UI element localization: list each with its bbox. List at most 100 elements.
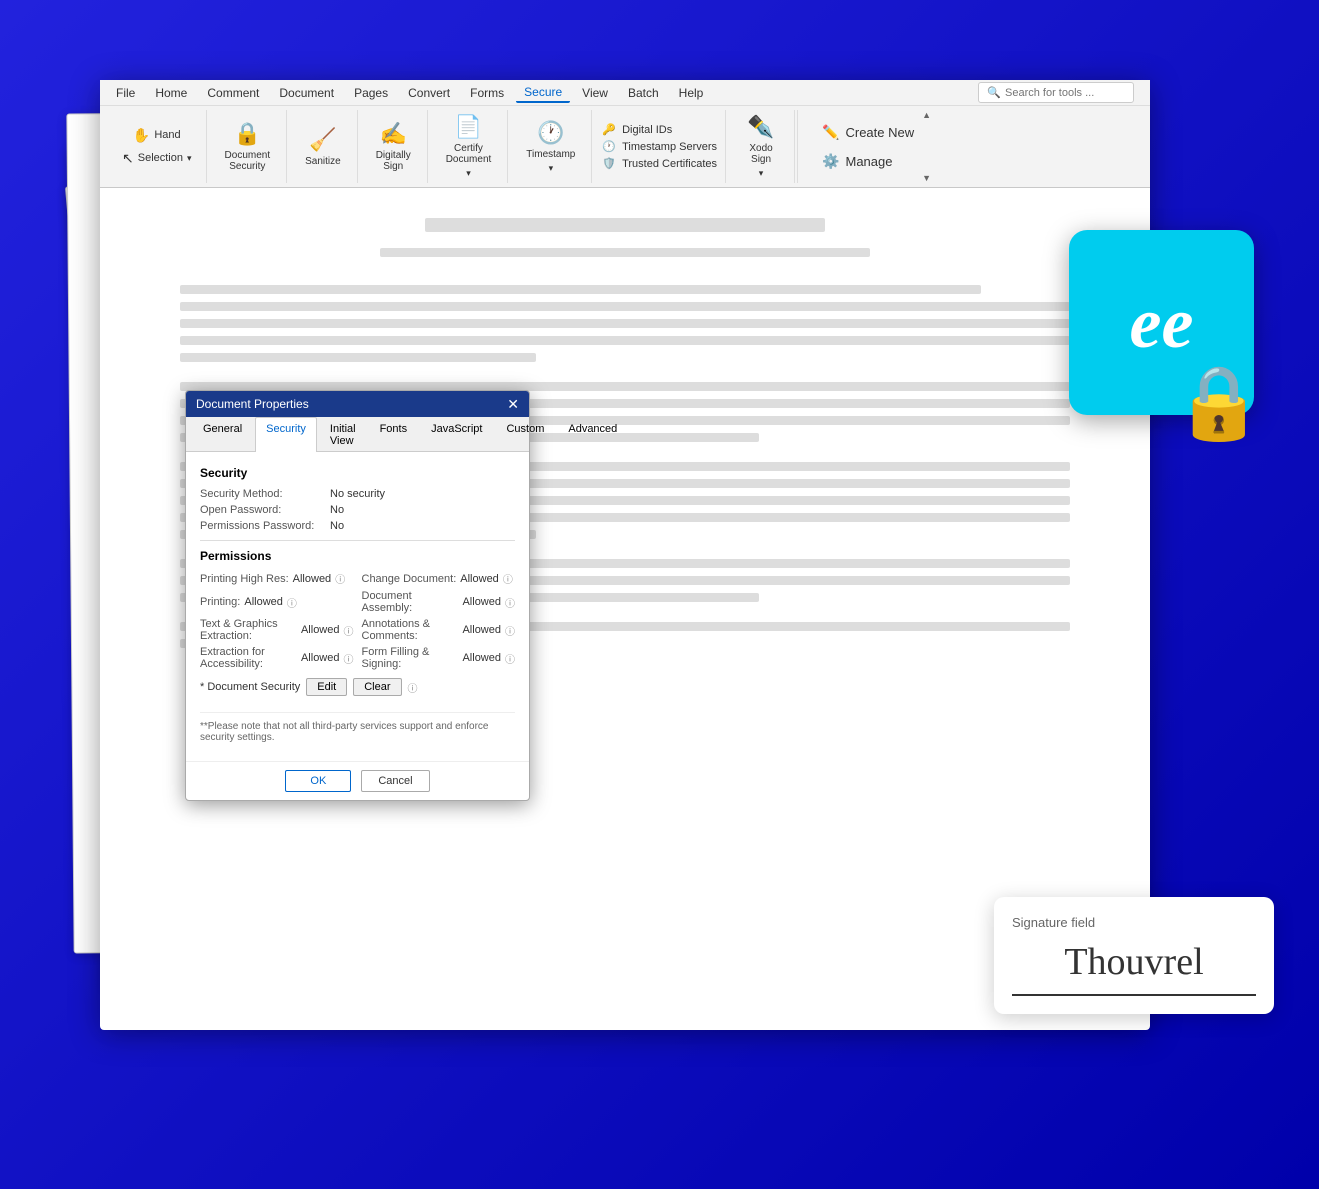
sanitize-icon: 🧹: [309, 127, 336, 153]
timestamp-icon: 🕐: [537, 120, 564, 146]
permissions-password-value: No: [330, 520, 344, 532]
cancel-button[interactable]: Cancel: [361, 770, 429, 792]
ok-button[interactable]: OK: [285, 770, 351, 792]
signature-field-card: Signature field Thouvrel: [994, 897, 1274, 1014]
permissions-password-label: Permissions Password:: [200, 520, 330, 532]
menu-document[interactable]: Document: [271, 84, 342, 102]
doc-line-1: [180, 285, 981, 294]
document-security-button[interactable]: 🔒 DocumentSecurity: [217, 117, 279, 176]
dialog-tabs: General Security Initial View Fonts Java…: [186, 417, 529, 452]
hand-label: Hand: [154, 129, 180, 141]
text-graphics-item: Text & Graphics Extraction: Allowed ⓘ: [200, 618, 354, 642]
tab-initial-view[interactable]: Initial View: [319, 417, 367, 452]
ribbon-scroll: ▲ ▼: [922, 110, 938, 183]
menu-bar: File Home Comment Document Pages Convert…: [100, 80, 1150, 106]
doc-line-3: [180, 319, 1070, 328]
timestamp-servers-label: Timestamp Servers: [622, 141, 717, 153]
selection-label: Selection: [138, 152, 183, 164]
menu-secure[interactable]: Secure: [516, 83, 570, 103]
form-filling-item: Form Filling & Signing: Allowed ⓘ: [362, 646, 516, 670]
doc-line-5: [180, 353, 536, 362]
extraction-accessibility-info-icon[interactable]: ⓘ: [344, 651, 354, 666]
menu-forms[interactable]: Forms: [462, 84, 512, 102]
menu-home[interactable]: Home: [147, 84, 195, 102]
scroll-down-arrow[interactable]: ▼: [922, 173, 938, 183]
timestamp-servers-item[interactable]: 🕐 Timestamp Servers: [602, 140, 717, 153]
tab-fonts[interactable]: Fonts: [369, 417, 419, 452]
timestamp-button[interactable]: 🕐 Timestamp ▾: [518, 116, 583, 178]
create-new-icon: ✏️: [822, 124, 839, 141]
certify-document-button[interactable]: 📄 CertifyDocument ▾: [438, 110, 500, 183]
document-security-icon: 🔒: [234, 121, 261, 147]
change-document-info-icon[interactable]: ⓘ: [503, 571, 513, 586]
dialog-close-button[interactable]: ✕: [507, 397, 519, 411]
trusted-certificates-item[interactable]: 🛡️ Trusted Certificates: [602, 157, 717, 170]
edit-security-button[interactable]: Edit: [306, 678, 347, 696]
chevron-down-icon: ▾: [187, 153, 192, 164]
printing-info-icon[interactable]: ⓘ: [287, 595, 297, 610]
security-method-label: Security Method:: [200, 488, 330, 500]
permissions-grid: Printing High Res: Allowed ⓘ Change Docu…: [200, 571, 515, 670]
signature-text: Thouvrel: [1012, 940, 1256, 996]
menu-help[interactable]: Help: [671, 84, 712, 102]
selection-tool-button[interactable]: ↖ Selection ▾: [116, 148, 198, 169]
clear-security-button[interactable]: Clear: [353, 678, 401, 696]
doc-security-info-icon[interactable]: ⓘ: [408, 680, 418, 695]
manage-icon: ⚙️: [822, 153, 839, 170]
digitally-sign-icon: ✍️: [379, 121, 406, 147]
sanitize-button[interactable]: 🧹 Sanitize: [297, 123, 349, 171]
annotations-info-icon[interactable]: ⓘ: [505, 623, 515, 638]
text-graphics-info-icon[interactable]: ⓘ: [344, 623, 354, 638]
security-method-value: No security: [330, 488, 385, 500]
trusted-certificates-label: Trusted Certificates: [622, 158, 717, 170]
doc-security-row: * Document Security Edit Clear ⓘ: [200, 678, 515, 696]
menu-view[interactable]: View: [574, 84, 616, 102]
hand-icon: ✋: [133, 127, 150, 144]
dialog-body: Security Security Method: No security Op…: [186, 452, 529, 761]
extraction-accessibility-item: Extraction for Accessibility: Allowed ⓘ: [200, 646, 354, 670]
digital-ids-item[interactable]: 🔑 Digital IDs: [602, 123, 717, 136]
dialog-title: Document Properties: [196, 397, 309, 411]
menu-file[interactable]: File: [108, 84, 143, 102]
menu-convert[interactable]: Convert: [400, 84, 458, 102]
document-assembly-info-icon[interactable]: ⓘ: [505, 595, 515, 610]
open-password-row: Open Password: No: [200, 504, 515, 516]
tab-general[interactable]: General: [192, 417, 253, 452]
timestamp-group: 🕐 Timestamp ▾: [510, 110, 592, 183]
digitally-sign-button[interactable]: ✍️ DigitallySign: [368, 117, 419, 176]
tab-javascript[interactable]: JavaScript: [420, 417, 493, 452]
search-input[interactable]: [1005, 87, 1125, 99]
open-password-value: No: [330, 504, 344, 516]
manage-label: Manage: [845, 154, 892, 169]
manage-button[interactable]: ⚙️ Manage: [806, 147, 930, 176]
xodo-sign-group: ✒️ XodoSign ▾: [728, 110, 795, 183]
menu-batch[interactable]: Batch: [620, 84, 667, 102]
hand-tool-button[interactable]: ✋ Hand: [127, 125, 187, 146]
document-security-group: 🔒 DocumentSecurity: [209, 110, 288, 183]
scroll-up-arrow[interactable]: ▲: [922, 110, 938, 120]
create-new-button[interactable]: ✏️ Create New: [806, 118, 930, 147]
open-password-label: Open Password:: [200, 504, 330, 516]
sanitize-group: 🧹 Sanitize: [289, 110, 358, 183]
tab-custom[interactable]: Custom: [495, 417, 555, 452]
tab-advanced[interactable]: Advanced: [557, 417, 628, 452]
create-manage-group: ✏️ Create New ⚙️ Manage ▲ ▼: [797, 110, 938, 183]
xodo-logo: ee 🔒: [1069, 230, 1254, 415]
document-security-label: DocumentSecurity: [225, 150, 271, 172]
search-icon: 🔍: [987, 86, 1001, 99]
security-section-title: Security: [200, 466, 515, 480]
printing-high-res-info-icon[interactable]: ⓘ: [335, 571, 345, 586]
dialog-footer: OK Cancel: [186, 761, 529, 800]
tab-security[interactable]: Security: [255, 417, 317, 452]
sanitize-label: Sanitize: [305, 156, 341, 167]
menu-comment[interactable]: Comment: [199, 84, 267, 102]
search-box[interactable]: 🔍: [978, 82, 1134, 103]
signature-field-label: Signature field: [1012, 915, 1256, 930]
menu-pages[interactable]: Pages: [346, 84, 396, 102]
form-filling-info-icon[interactable]: ⓘ: [505, 651, 515, 666]
timestamp-servers-icon: 🕐: [602, 140, 616, 153]
lock-icon: 🔒: [1174, 360, 1264, 445]
change-document-item: Change Document: Allowed ⓘ: [362, 571, 516, 586]
xodo-sign-button[interactable]: ✒️ XodoSign ▾: [736, 110, 786, 183]
doc-line-2: [180, 302, 1070, 311]
